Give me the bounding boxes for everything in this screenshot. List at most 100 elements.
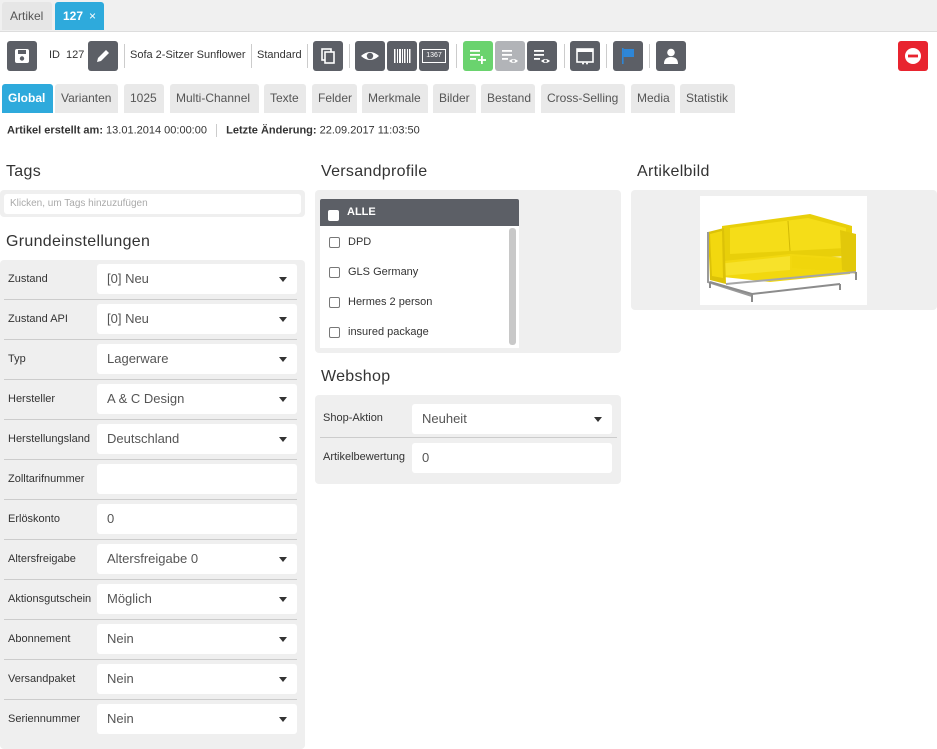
field-value: Nein bbox=[107, 671, 134, 686]
field-value: Deutschland bbox=[107, 431, 180, 446]
artikelbewertung-input[interactable]: 0 bbox=[412, 443, 612, 473]
field-row: Seriennummer Nein bbox=[0, 700, 305, 740]
created-label: Artikel erstellt am: bbox=[7, 124, 103, 137]
window-button[interactable] bbox=[570, 41, 600, 71]
versandprofil-checkbox[interactable] bbox=[329, 267, 340, 278]
versandprofil-checkbox[interactable] bbox=[329, 297, 340, 308]
number-button[interactable]: 1367 bbox=[419, 41, 449, 71]
field-input[interactable]: 0 bbox=[97, 504, 297, 534]
versandprofile-select-all[interactable]: ALLE bbox=[320, 199, 519, 226]
field-row: Erlöskonto 0 bbox=[0, 500, 305, 540]
field-value: [0] Neu bbox=[107, 311, 149, 326]
versandprofil-item[interactable]: DPD bbox=[320, 227, 505, 257]
tab-global[interactable]: Global bbox=[2, 84, 53, 113]
versandprofil-checkbox[interactable] bbox=[329, 327, 340, 338]
versandprofil-label: insured package bbox=[348, 326, 429, 338]
field-row: Zustand API [0] Neu bbox=[0, 300, 305, 340]
chevron-down-icon bbox=[279, 357, 287, 362]
field-select[interactable]: [0] Neu bbox=[97, 304, 297, 334]
shop-aktion-value: Neuheit bbox=[422, 411, 467, 426]
shop-aktion-label: Shop-Aktion bbox=[323, 412, 383, 424]
versandprofil-item[interactable]: GLS Germany bbox=[320, 257, 505, 287]
add-to-list-button[interactable] bbox=[463, 41, 493, 71]
versandprofil-label: Hermes 2 person bbox=[348, 296, 433, 308]
tab-merkmale[interactable]: Merkmale bbox=[362, 84, 428, 113]
copy-button[interactable] bbox=[313, 41, 343, 71]
field-label: Erlöskonto bbox=[8, 513, 60, 525]
tab-media[interactable]: Media bbox=[631, 84, 675, 113]
versandprofil-label: GLS Germany bbox=[348, 266, 419, 278]
article-image[interactable] bbox=[700, 196, 867, 305]
tab-varianten[interactable]: Varianten bbox=[55, 84, 118, 113]
flag-button[interactable] bbox=[613, 41, 643, 71]
field-select[interactable]: [0] Neu bbox=[97, 264, 297, 294]
close-icon[interactable]: × bbox=[89, 9, 96, 23]
id-value: 127 bbox=[66, 49, 85, 61]
user-icon bbox=[664, 48, 678, 64]
field-label: Aktionsgutschein bbox=[8, 593, 92, 605]
tab-artikel[interactable]: Artikel bbox=[2, 2, 52, 30]
versandprofil-item[interactable]: Hermes 2 person bbox=[320, 287, 505, 317]
grundeinstellungen-panel: Zustand [0] Neu Zustand API [0] Neu Typ Lager… bbox=[0, 260, 305, 749]
list-check-button[interactable] bbox=[527, 41, 557, 71]
chevron-down-icon bbox=[279, 437, 287, 442]
versandprofile-title: Versandprofile bbox=[321, 163, 428, 180]
field-select[interactable]: Nein bbox=[97, 704, 297, 734]
chevron-down-icon bbox=[279, 557, 287, 562]
tab-felder[interactable]: Felder bbox=[312, 84, 357, 113]
toolbar: ID 127 Sofa 2-Sitzer Sunflower Standard … bbox=[0, 38, 937, 74]
shop-aktion-select[interactable]: Neuheit bbox=[412, 404, 612, 434]
field-select[interactable]: Deutschland bbox=[97, 424, 297, 454]
versandprofile-scrollbar[interactable] bbox=[509, 228, 516, 345]
field-select[interactable]: A & C Design bbox=[97, 384, 297, 414]
chevron-down-icon bbox=[279, 317, 287, 322]
chevron-down-icon bbox=[279, 397, 287, 402]
field-row: Zustand [0] Neu bbox=[0, 260, 305, 300]
field-select[interactable]: Nein bbox=[97, 624, 297, 654]
field-value: A & C Design bbox=[107, 391, 185, 406]
tags-panel: Klicken, um Tags hinzuzufügen bbox=[0, 190, 305, 217]
field-value: Möglich bbox=[107, 591, 152, 606]
list-view-button[interactable] bbox=[495, 41, 525, 71]
field-row: Hersteller A & C Design bbox=[0, 380, 305, 420]
versandprofil-label: DPD bbox=[348, 236, 372, 248]
minus-circle-icon bbox=[905, 48, 921, 64]
tab-bilder[interactable]: Bilder bbox=[433, 84, 476, 113]
flag-icon bbox=[622, 48, 634, 64]
field-input[interactable] bbox=[97, 464, 297, 494]
tab-cross-selling[interactable]: Cross-Selling bbox=[541, 84, 625, 113]
tab-article-127[interactable]: 127 × bbox=[55, 2, 104, 30]
versandprofil-checkbox[interactable] bbox=[329, 237, 340, 248]
tags-input[interactable]: Klicken, um Tags hinzuzufügen bbox=[4, 194, 301, 214]
tags-title: Tags bbox=[6, 163, 41, 180]
field-select[interactable]: Nein bbox=[97, 664, 297, 694]
select-all-checkbox[interactable] bbox=[328, 210, 339, 221]
save-button[interactable] bbox=[7, 41, 37, 71]
field-label: Zolltarifnummer bbox=[8, 473, 85, 485]
edit-button[interactable] bbox=[88, 41, 118, 71]
barcode-icon bbox=[394, 49, 411, 63]
field-value: Lagerware bbox=[107, 351, 169, 366]
number-badge-icon: 1367 bbox=[422, 49, 446, 63]
select-all-label: ALLE bbox=[347, 206, 376, 218]
user-button[interactable] bbox=[656, 41, 686, 71]
changed-value: 22.09.2017 11:03:50 bbox=[319, 124, 420, 137]
created-value: 13.01.2014 00:00:00 bbox=[106, 124, 207, 137]
tab-1025[interactable]: 1025 bbox=[124, 84, 164, 113]
tab-multi-channel[interactable]: Multi-Channel bbox=[170, 84, 259, 113]
barcode-button[interactable] bbox=[387, 41, 417, 71]
tab-texte[interactable]: Texte bbox=[264, 84, 306, 113]
preview-button[interactable] bbox=[355, 41, 385, 71]
tab-statistik[interactable]: Statistik bbox=[680, 84, 735, 113]
copy-icon bbox=[321, 48, 335, 64]
field-select[interactable]: Altersfreigabe 0 bbox=[97, 544, 297, 574]
field-label: Typ bbox=[8, 353, 26, 365]
field-select[interactable]: Lagerware bbox=[97, 344, 297, 374]
field-label: Abonnement bbox=[8, 633, 71, 645]
tab-bestand[interactable]: Bestand bbox=[481, 84, 535, 113]
field-select[interactable]: Möglich bbox=[97, 584, 297, 614]
field-label: Zustand API bbox=[8, 313, 68, 325]
artikelbewertung-row: Artikelbewertung 0 bbox=[320, 439, 617, 477]
delete-button[interactable] bbox=[898, 41, 928, 71]
versandprofil-item[interactable]: insured package bbox=[320, 317, 505, 347]
